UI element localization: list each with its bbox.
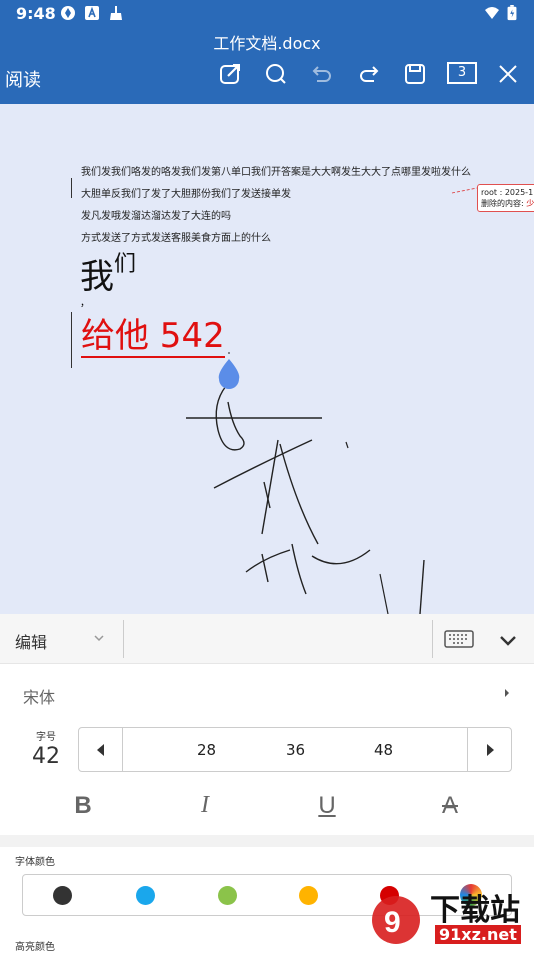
highlight-color-label: 高亮颜色 xyxy=(15,942,55,953)
undo-icon xyxy=(312,66,331,82)
search-button[interactable] xyxy=(262,60,290,88)
underline-button[interactable]: U xyxy=(312,792,342,822)
divider xyxy=(123,620,124,658)
watermark-text: 下载站 xyxy=(430,893,520,928)
font-size-value: 42 xyxy=(32,744,60,769)
font-color-label: 字体颜色 xyxy=(15,857,55,868)
sync-icon xyxy=(61,6,75,20)
edit-icon xyxy=(220,64,240,84)
cursor-handle[interactable] xyxy=(217,359,241,389)
font-size-picker[interactable]: 28 36 48 xyxy=(78,727,512,772)
document-canvas[interactable]: 我们发我们咯发的咯发我们发第八单口我们开答案是大大啊发生大大了点哪里发啦发什么 … xyxy=(0,104,534,614)
keyboard-icon[interactable] xyxy=(444,628,474,650)
redo-icon xyxy=(360,66,379,82)
status-bar: 9:48 xyxy=(0,0,534,26)
bold-button[interactable]: B xyxy=(68,792,98,822)
color-swatch-yellow[interactable] xyxy=(299,886,318,905)
size-option[interactable]: 28 xyxy=(197,741,216,759)
collapse-panel-icon[interactable] xyxy=(498,630,518,650)
size-next-button[interactable] xyxy=(467,728,511,771)
font-size-label: 字号 xyxy=(36,732,56,743)
svg-text:9: 9 xyxy=(384,906,401,939)
undo-button[interactable] xyxy=(308,60,336,88)
redo-button[interactable] xyxy=(355,60,383,88)
edit-button[interactable] xyxy=(216,60,244,88)
divider xyxy=(432,620,433,658)
size-option[interactable]: 36 xyxy=(286,741,305,759)
panel-header: 编辑 xyxy=(0,614,534,664)
color-swatch-blue[interactable] xyxy=(136,886,155,905)
close-button[interactable] xyxy=(494,60,522,88)
section-divider xyxy=(0,835,534,847)
font-family-select[interactable]: 宋体 xyxy=(23,684,55,708)
arrow-right-icon xyxy=(486,743,494,756)
status-time: 9:48 xyxy=(16,4,56,23)
title-bar: 工作文档.docx 阅读 3 xyxy=(0,26,534,104)
read-mode-button[interactable]: 阅读 xyxy=(5,66,41,92)
document-title: 工作文档.docx xyxy=(213,34,321,53)
chevron-down-icon[interactable] xyxy=(93,632,105,644)
watermark-url: 91xz.net xyxy=(435,925,521,944)
badge-a-icon xyxy=(85,6,99,20)
close-icon xyxy=(499,65,517,83)
wifi-icon xyxy=(485,7,499,19)
page-count-button[interactable]: 3 xyxy=(447,62,477,84)
broom-icon xyxy=(110,6,122,20)
size-prev-button[interactable] xyxy=(79,728,123,771)
color-swatch-green[interactable] xyxy=(218,886,237,905)
chevron-right-icon[interactable] xyxy=(502,687,512,699)
save-icon xyxy=(405,64,425,84)
italic-button[interactable]: I xyxy=(190,792,220,822)
color-swatch-black[interactable] xyxy=(53,886,72,905)
arrow-left-icon xyxy=(96,743,104,756)
ink-drawing xyxy=(186,187,478,614)
save-button[interactable] xyxy=(401,60,429,88)
search-icon xyxy=(266,64,286,84)
panel-mode-select[interactable]: 编辑 xyxy=(15,629,47,653)
size-option[interactable]: 48 xyxy=(374,741,393,759)
battery-icon xyxy=(507,5,517,21)
strikethrough-button[interactable]: A xyxy=(435,792,465,822)
